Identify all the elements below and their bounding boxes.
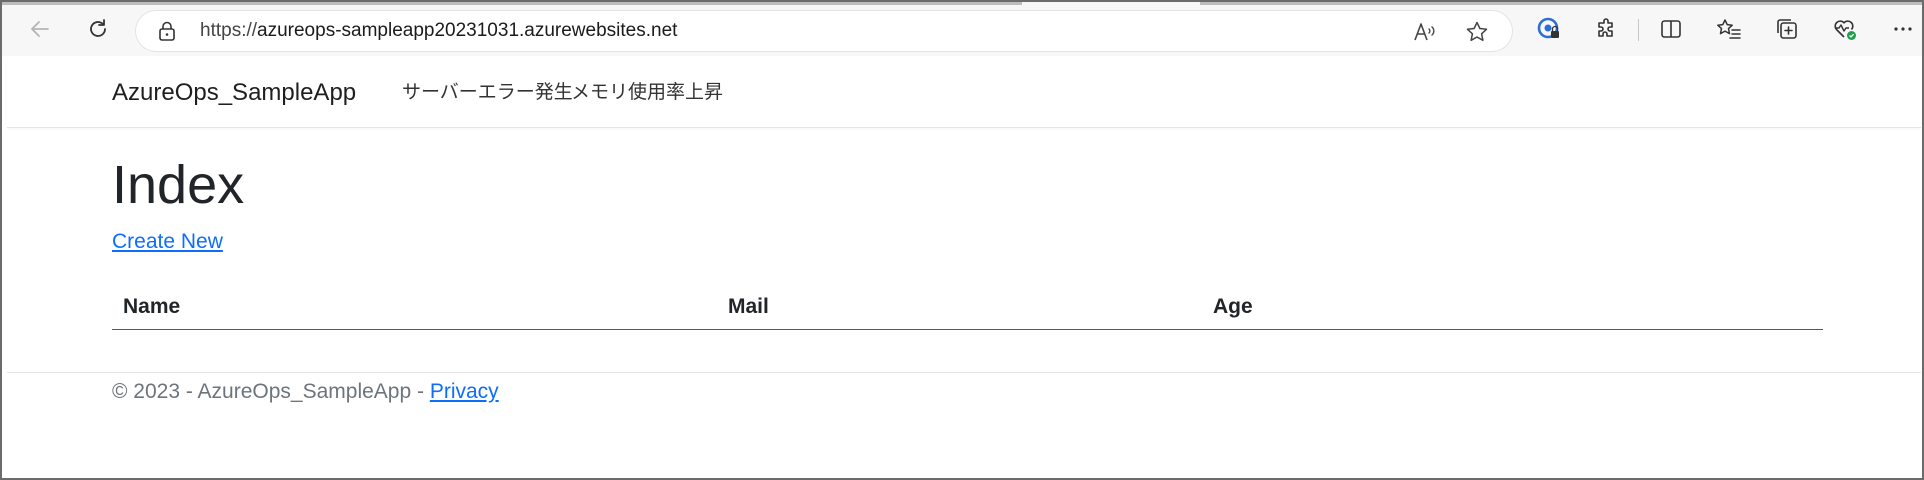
tab-strip-edge <box>2 2 1022 5</box>
site-navbar: AzureOps_SampleApp サーバーエラー発生 メモリ使用率上昇 <box>7 58 1921 128</box>
read-aloud-icon[interactable] <box>1412 19 1438 45</box>
lock-icon[interactable] <box>158 21 176 46</box>
records-table-header: Name Mail Age <box>112 284 1823 330</box>
split-screen-icon[interactable] <box>1657 15 1685 43</box>
column-header-name: Name <box>123 295 181 318</box>
footer-copyright: © 2023 - AzureOps_SampleApp - <box>112 380 430 403</box>
privacy-link[interactable]: Privacy <box>430 380 499 403</box>
url-host: azureops-sampleapp20231031.azurewebsites… <box>257 20 678 41</box>
browser-essentials-icon[interactable] <box>1831 15 1859 43</box>
web-page: AzureOps_SampleApp サーバーエラー発生 メモリ使用率上昇 In… <box>7 58 1921 477</box>
browser-toolbar: https://azureops-sampleapp20231031.azure… <box>2 2 1922 56</box>
address-bar[interactable]: https://azureops-sampleapp20231031.azure… <box>136 11 1512 51</box>
url-scheme: https:// <box>200 20 258 41</box>
refresh-icon[interactable] <box>84 15 112 43</box>
nav-link-memory-usage[interactable]: メモリ使用率上昇 <box>571 81 723 105</box>
password-manager-icon[interactable] <box>1535 15 1563 43</box>
toolbar-separator <box>1638 19 1639 41</box>
tab-strip-edge <box>1200 2 1922 5</box>
column-header-age: Age <box>1213 295 1253 318</box>
site-brand-link[interactable]: AzureOps_SampleApp <box>112 79 356 107</box>
back-arrow-icon[interactable] <box>26 15 54 43</box>
collections-icon[interactable] <box>1773 15 1801 43</box>
extensions-icon[interactable] <box>1593 15 1621 43</box>
url-text[interactable]: https://azureops-sampleapp20231031.azure… <box>200 21 677 41</box>
more-icon[interactable] <box>1889 15 1917 43</box>
site-footer: © 2023 - AzureOps_SampleApp - Privacy <box>7 372 1921 432</box>
favorite-star-icon[interactable] <box>1464 19 1490 45</box>
favorites-icon[interactable] <box>1715 15 1743 43</box>
create-new-link[interactable]: Create New <box>112 229 223 255</box>
nav-link-server-error[interactable]: サーバーエラー発生 <box>402 81 573 105</box>
column-header-mail: Mail <box>728 295 769 318</box>
footer-text: © 2023 - AzureOps_SampleApp - Privacy <box>112 379 499 405</box>
page-title: Index <box>112 155 245 215</box>
